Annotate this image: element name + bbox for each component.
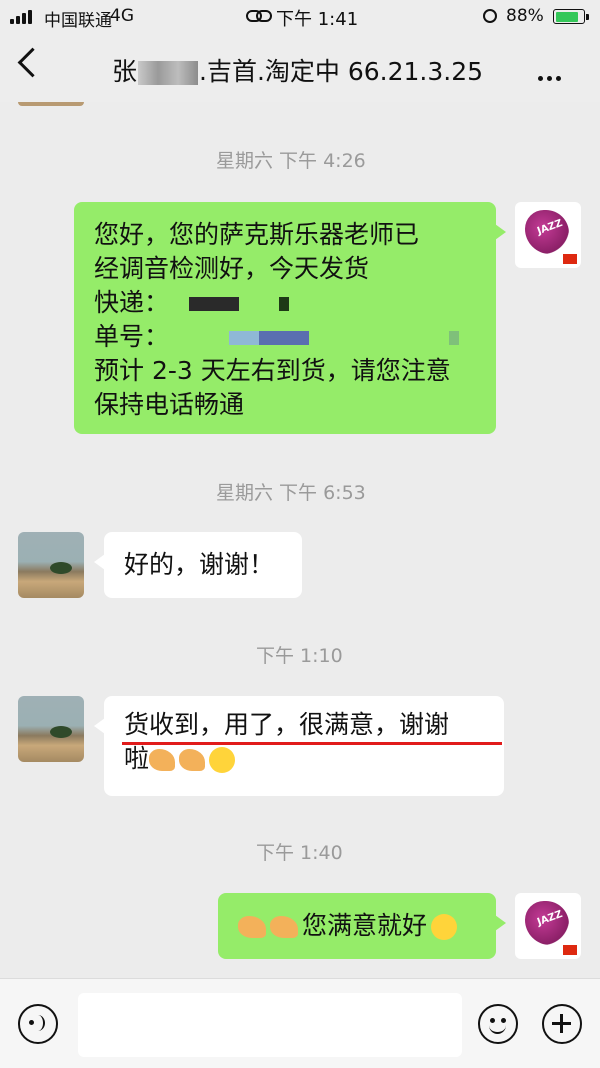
emoji-icon[interactable] xyxy=(478,1004,518,1044)
contact-avatar[interactable] xyxy=(18,696,84,762)
chat-title-prefix: 张 xyxy=(112,57,138,86)
message-text-tail: 啦 xyxy=(124,744,150,773)
message-text-input[interactable] xyxy=(78,993,462,1057)
china-flag-icon xyxy=(563,254,577,264)
carrier-name: 中国联通 xyxy=(44,11,112,31)
my-avatar[interactable]: JAZZ xyxy=(515,893,581,959)
message-input-bar xyxy=(0,978,600,1068)
voice-icon[interactable] xyxy=(18,1004,58,1044)
china-flag-icon xyxy=(563,945,577,955)
sent-message-bubble[interactable]: 您好，您的萨克斯乐器老师已 经调音检测好，今天发货 快递： 单号： 预计 2-3… xyxy=(74,202,506,434)
sent-message-bubble[interactable]: 您满意就好 xyxy=(218,893,506,959)
message-text-line: 好的，谢谢！ xyxy=(124,550,275,579)
link-icon xyxy=(246,10,272,22)
battery-icon xyxy=(553,9,589,24)
redacted-mosaic xyxy=(229,331,460,345)
message-text-line: 经调音检测好，今天发货 xyxy=(94,254,370,283)
network-type: 4G xyxy=(110,6,134,26)
message-text-line: 单号： xyxy=(94,320,496,354)
handshake-emoji-icon xyxy=(270,916,298,938)
redacted-name-blur xyxy=(138,61,199,85)
back-chevron-icon[interactable] xyxy=(17,47,48,78)
chat-title: 张 .吉首.淘定中 66.21.3.25 xyxy=(112,52,483,88)
redacted-mosaic xyxy=(169,297,290,311)
smile-emoji-icon xyxy=(209,747,236,773)
chat-header: 张 .吉首.淘定中 66.21.3.25 xyxy=(0,34,600,102)
message-text-line: 您满意就好 xyxy=(238,909,496,943)
more-options-icon[interactable] xyxy=(538,66,565,85)
status-bar: 中国联通 4G 下午 1:41 88% xyxy=(0,0,600,34)
plus-icon[interactable] xyxy=(542,1004,582,1044)
message-text-line: 货收到，用了，很满意，谢谢 xyxy=(124,710,450,739)
my-avatar[interactable]: JAZZ xyxy=(515,202,581,268)
timestamp: 下午 1:40 xyxy=(256,842,343,864)
message-text-label: 单号： xyxy=(94,322,170,351)
battery-percent: 88% xyxy=(506,6,544,26)
contact-avatar[interactable] xyxy=(18,532,84,598)
timestamp: 星期六 下午 6:53 xyxy=(216,482,366,504)
grin-emoji-icon xyxy=(431,914,458,940)
red-underline-annotation xyxy=(122,742,502,745)
message-text-line: 啦 xyxy=(124,742,504,776)
message-text-line: 您好，您的萨克斯乐器老师已 xyxy=(94,220,420,249)
pray-emoji-icon xyxy=(179,749,206,771)
pray-emoji-icon xyxy=(149,749,176,771)
rotation-lock-icon xyxy=(483,9,497,23)
message-text-line: 预计 2-3 天左右到货，请您注意 xyxy=(94,356,451,385)
signal-icon xyxy=(10,10,38,24)
message-text-label: 快递： xyxy=(94,288,170,317)
received-message-bubble[interactable]: 货收到，用了，很满意，谢谢 啦 xyxy=(94,696,504,796)
avatar-partial xyxy=(18,102,84,106)
timestamp: 下午 1:10 xyxy=(256,645,343,667)
clock: 下午 1:41 xyxy=(276,9,359,30)
message-text-line: 保持电话畅通 xyxy=(94,390,245,419)
handshake-emoji-icon xyxy=(238,916,266,938)
timestamp: 星期六 下午 4:26 xyxy=(216,150,366,172)
received-message-bubble[interactable]: 好的，谢谢！ xyxy=(94,532,302,598)
message-text-line: 快递： xyxy=(94,286,496,320)
message-text: 您满意就好 xyxy=(302,911,428,940)
chat-title-suffix: .吉首.淘定中 66.21.3.25 xyxy=(199,57,484,86)
